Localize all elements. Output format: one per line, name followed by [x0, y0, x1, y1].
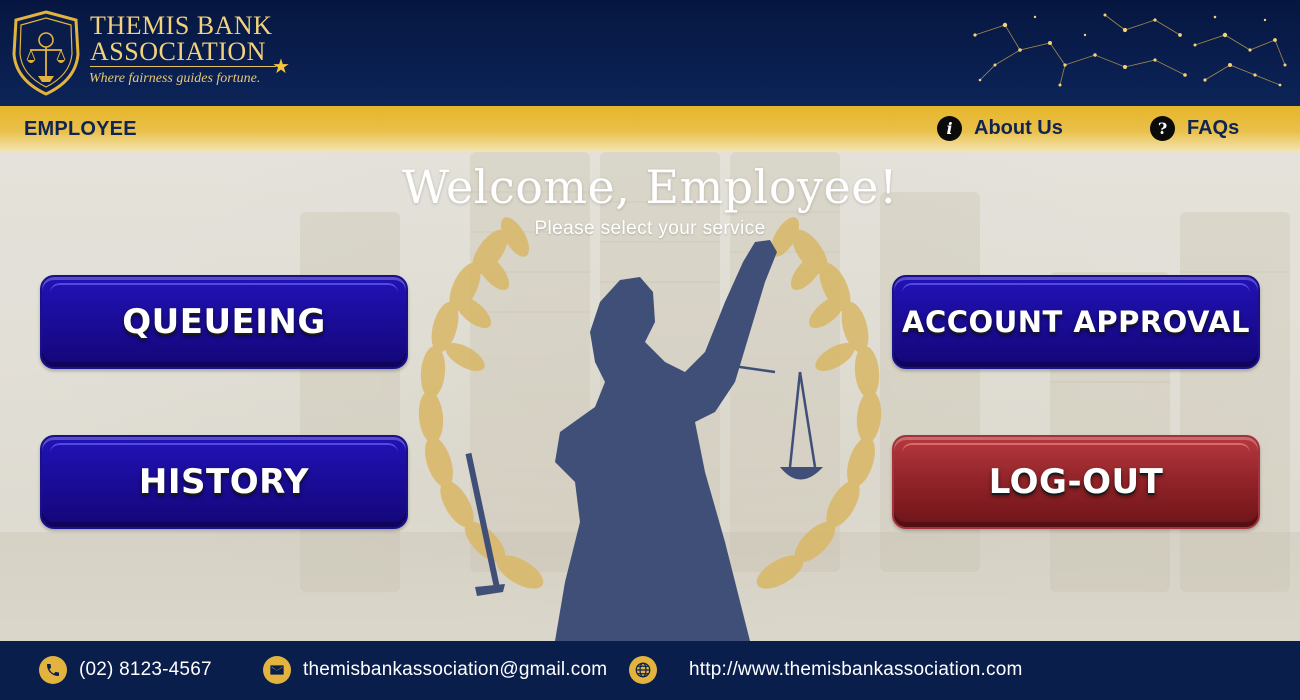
info-icon: i — [937, 116, 962, 141]
phone-contact: (02) 8123-4567 — [39, 656, 212, 684]
star-icon: ★ — [272, 56, 290, 78]
main-panel: Welcome, Employee! Please select your se… — [0, 152, 1300, 641]
footer: (02) 8123-4567 themisbankassociation@gma… — [0, 641, 1300, 700]
question-icon: ? — [1150, 116, 1175, 141]
brand-divider — [90, 66, 276, 67]
website-url: http://www.themisbankassociation.com — [689, 659, 1023, 680]
constellation-icon — [973, 13, 1287, 87]
welcome-subtitle: Please select your service — [534, 218, 766, 239]
phone-number: (02) 8123-4567 — [79, 659, 212, 680]
email-contact[interactable]: themisbankassociation@gmail.com — [263, 656, 607, 684]
phone-icon — [39, 656, 67, 684]
email-address: themisbankassociation@gmail.com — [303, 659, 608, 680]
globe-icon — [629, 656, 657, 684]
account-approval-button[interactable]: ACCOUNT APPROVAL — [892, 275, 1260, 369]
brand-title-line2: ASSOCIATION — [90, 37, 266, 66]
queueing-button-label: QUEUEING — [122, 302, 326, 342]
logout-button-label: LOG-OUT — [988, 462, 1164, 502]
envelope-icon — [263, 656, 291, 684]
history-button[interactable]: HISTORY — [40, 435, 408, 529]
brand-title: THEMIS BANK ASSOCIATION — [90, 13, 272, 65]
history-button-label: HISTORY — [138, 462, 310, 502]
top-navbar: EMPLOYEE i About Us ? FAQs — [0, 106, 1300, 152]
role-label: EMPLOYEE — [24, 118, 137, 140]
website-contact[interactable]: http://www.themisbankassociation.com — [629, 656, 1023, 684]
faqs-link[interactable]: ? FAQs — [1150, 116, 1239, 141]
scales-of-justice-badge-icon — [12, 10, 80, 96]
lady-justice-laurel-icon — [418, 217, 882, 641]
about-us-link[interactable]: i About Us — [937, 116, 1063, 141]
queueing-button[interactable]: QUEUEING — [40, 275, 408, 369]
brand-title-line1: THEMIS BANK — [90, 11, 273, 40]
header: THEMIS BANK ASSOCIATION ★ Where fairness… — [0, 0, 1300, 106]
about-us-label: About Us — [974, 117, 1063, 139]
welcome-title: Welcome, Employee! — [402, 160, 898, 214]
brand-tagline: Where fairness guides fortune. — [89, 71, 261, 86]
account-approval-button-label: ACCOUNT APPROVAL — [902, 305, 1250, 339]
faqs-label: FAQs — [1187, 117, 1240, 139]
logout-button[interactable]: LOG-OUT — [892, 435, 1260, 529]
